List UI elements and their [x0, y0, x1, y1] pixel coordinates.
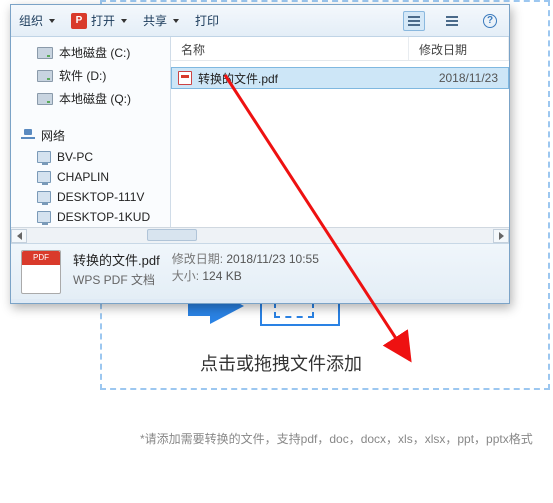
details-view-icon	[446, 16, 458, 26]
tree-computer-item[interactable]: CHAPLIN	[11, 167, 170, 187]
pdf-app-icon	[71, 13, 87, 29]
print-label: 打印	[195, 12, 219, 29]
details-filename: 转换的文件.pdf	[73, 250, 160, 269]
pdf-file-icon	[178, 71, 192, 85]
computer-icon	[37, 191, 51, 203]
list-view-icon	[408, 16, 420, 26]
drive-icon	[37, 70, 53, 82]
open-label: 打开	[91, 12, 115, 29]
details-filetype: WPS PDF 文档	[73, 271, 160, 288]
scroll-left-button[interactable]	[11, 229, 27, 243]
chevron-right-icon	[499, 232, 504, 240]
computer-icon	[37, 171, 51, 183]
organize-label: 组织	[19, 12, 43, 29]
tree-item-label: 网络	[41, 127, 65, 144]
tree-computer-item[interactable]: DESKTOP-1KUD	[11, 207, 170, 227]
tree-drive-item[interactable]: 本地磁盘 (Q:)	[11, 87, 170, 110]
file-date: 2018/11/23	[412, 71, 502, 85]
tree-item-label: 本地磁盘 (C:)	[59, 44, 130, 61]
tree-computer-item[interactable]: BV-PC	[11, 147, 170, 167]
tree-item-label: DESKTOP-111V	[57, 190, 144, 204]
chevron-down-icon	[173, 19, 179, 23]
share-button[interactable]: 共享	[143, 12, 179, 29]
scroll-thumb[interactable]	[147, 229, 197, 241]
details-pane: 转换的文件.pdf WPS PDF 文档 修改日期: 2018/11/23 10…	[11, 243, 509, 299]
file-row[interactable]: 转换的文件.pdf 2018/11/23	[171, 67, 509, 89]
view-mode-button[interactable]	[403, 11, 425, 31]
dialog-toolbar: 组织 打开 共享 打印 ?	[11, 5, 509, 37]
tree-item-label: BV-PC	[57, 150, 93, 164]
network-icon	[21, 129, 35, 143]
file-list-pane: 名称 修改日期 转换的文件.pdf 2018/11/23	[171, 37, 509, 227]
chevron-down-icon	[121, 19, 127, 23]
drop-instruction-text: 点击或拖拽文件添加	[200, 350, 362, 376]
file-name: 转换的文件.pdf	[198, 70, 412, 87]
tree-item-label: DESKTOP-1KUD	[57, 210, 150, 224]
drop-hint-text: *请添加需要转换的文件，支持pdf，doc，docx，xls，xlsx，ppt，…	[140, 430, 533, 447]
drive-icon	[37, 47, 53, 59]
column-header-date[interactable]: 修改日期	[409, 37, 509, 60]
chevron-down-icon	[49, 19, 55, 23]
share-label: 共享	[143, 12, 167, 29]
chevron-left-icon	[17, 232, 22, 240]
help-button[interactable]: ?	[479, 11, 501, 31]
computer-icon	[37, 151, 51, 163]
organize-button[interactable]: 组织	[19, 12, 55, 29]
view-details-button[interactable]	[441, 11, 463, 31]
scroll-track[interactable]	[27, 229, 493, 243]
column-header-name[interactable]: 名称	[171, 37, 409, 60]
details-date-label: 修改日期:	[172, 252, 223, 266]
dialog-body: 本地磁盘 (C:) 软件 (D:) 本地磁盘 (Q:) 网络 BV-PC C	[11, 37, 509, 227]
drive-icon	[37, 93, 53, 105]
folder-tree[interactable]: 本地磁盘 (C:) 软件 (D:) 本地磁盘 (Q:) 网络 BV-PC C	[11, 37, 171, 227]
tree-item-label: 本地磁盘 (Q:)	[59, 90, 131, 107]
computer-icon	[37, 211, 51, 223]
pdf-large-icon	[21, 250, 61, 294]
tree-item-label: CHAPLIN	[57, 170, 109, 184]
horizontal-scrollbar[interactable]	[11, 227, 509, 243]
details-date-value: 2018/11/23 10:55	[226, 252, 319, 266]
details-size-value: 124 KB	[202, 269, 241, 283]
help-icon: ?	[483, 14, 497, 28]
tree-drive-item[interactable]: 本地磁盘 (C:)	[11, 41, 170, 64]
tree-item-label: 软件 (D:)	[59, 67, 106, 84]
details-size-label: 大小:	[172, 269, 199, 283]
scroll-right-button[interactable]	[493, 229, 509, 243]
open-button[interactable]: 打开	[71, 12, 127, 29]
file-open-dialog: 组织 打开 共享 打印 ? 本地磁盘 (C:)	[10, 4, 510, 304]
tree-computer-item[interactable]: DESKTOP-111V	[11, 187, 170, 207]
print-button[interactable]: 打印	[195, 12, 219, 29]
tree-network-group[interactable]: 网络	[11, 124, 170, 147]
tree-drive-item[interactable]: 软件 (D:)	[11, 64, 170, 87]
file-list-header: 名称 修改日期	[171, 37, 509, 61]
